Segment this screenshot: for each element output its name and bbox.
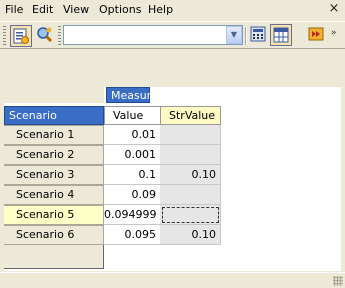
calculator-icon[interactable] [248, 24, 270, 46]
open-report-icon[interactable] [10, 25, 32, 47]
cell-value[interactable]: 0.094999 [104, 205, 161, 225]
resize-grip-icon[interactable] [333, 276, 343, 286]
cell-strvalue-selected[interactable] [160, 205, 221, 225]
cell-strvalue[interactable]: 0.10 [160, 165, 221, 185]
pivot-corner [4, 87, 104, 103]
cell-strvalue[interactable] [160, 185, 221, 205]
row-header-scenario-4[interactable]: Scenario 4 [4, 185, 104, 205]
menu-options[interactable]: Options [99, 3, 141, 16]
close-icon[interactable]: × [327, 2, 341, 16]
column-header-value[interactable]: Value [104, 106, 161, 125]
cell-strvalue[interactable]: 0.10 [160, 225, 221, 245]
dropdown-arrow-icon[interactable]: ▼ [226, 26, 242, 44]
row-header-scenario-2[interactable]: Scenario 2 [4, 145, 104, 165]
cell-value[interactable]: 0.1 [104, 165, 161, 185]
run-icon[interactable] [306, 24, 328, 46]
toolbar-grip[interactable] [3, 26, 6, 46]
menu-bar: File Edit View Options Help × [0, 0, 345, 20]
scenario-dimension-header[interactable]: Scenario [4, 106, 104, 125]
row-header-scenario-6[interactable]: Scenario 6 [4, 225, 104, 245]
menu-view[interactable]: View [63, 3, 89, 16]
cell-value[interactable]: 0.095 [104, 225, 161, 245]
toolbar-overflow-icon[interactable]: » [331, 28, 341, 42]
status-bar [0, 272, 345, 288]
cell-value[interactable]: 0.001 [104, 145, 161, 165]
row-header-scenario-5[interactable]: Scenario 5 [4, 205, 104, 225]
grid-view-icon[interactable] [270, 24, 292, 46]
cell-value[interactable]: 0.01 [104, 125, 161, 145]
query-icon[interactable] [35, 25, 57, 47]
row-header-empty-area [4, 245, 104, 269]
row-header-scenario-3[interactable]: Scenario 3 [4, 165, 104, 185]
toolbar-combo-input[interactable] [63, 25, 243, 45]
cell-value[interactable]: 0.09 [104, 185, 161, 205]
toolbar-grip-2[interactable] [58, 26, 61, 46]
measure-dimension-header[interactable]: Measure [106, 87, 158, 103]
cell-strvalue[interactable] [160, 145, 221, 165]
row-header-scenario-1[interactable]: Scenario 1 [4, 125, 104, 145]
cell-strvalue[interactable] [160, 125, 221, 145]
column-header-strvalue[interactable]: StrValue [160, 106, 221, 125]
toolbar-separator [245, 27, 247, 45]
menu-help[interactable]: Help [148, 3, 173, 16]
menu-edit[interactable]: Edit [32, 3, 53, 16]
menu-file[interactable]: File [5, 3, 23, 16]
pivot-header-area [4, 51, 341, 87]
